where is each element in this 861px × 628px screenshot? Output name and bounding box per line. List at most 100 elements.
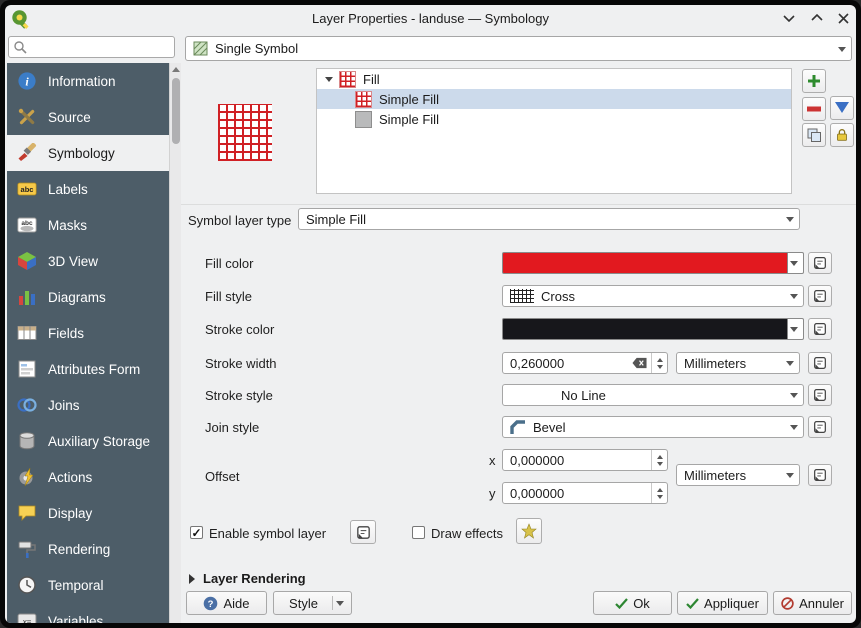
sidebar-search-input[interactable]: [8, 36, 175, 58]
clear-value-icon[interactable]: [632, 357, 647, 369]
sidebar-item-symbology[interactable]: Symbology: [7, 135, 169, 171]
spin-up-icon[interactable]: [657, 455, 663, 459]
draw-effects-checkbox[interactable]: ✓: [412, 526, 425, 539]
fill-color-label: Fill color: [205, 256, 253, 271]
join-style-data-defined-button[interactable]: [808, 416, 832, 438]
stroke-style-data-defined-button[interactable]: [808, 384, 832, 406]
expand-arrow-icon[interactable]: [325, 77, 333, 82]
sidebar-item-auxiliary-storage[interactable]: Auxiliary Storage: [7, 423, 169, 459]
check-icon: [686, 598, 699, 609]
spin-down-icon[interactable]: [657, 462, 663, 466]
check-icon: [615, 598, 628, 609]
tree-row-simple-fill-1[interactable]: Simple Fill: [317, 89, 791, 109]
sidebar-item-rendering[interactable]: Rendering: [7, 531, 169, 567]
fill-color-button[interactable]: [502, 252, 804, 274]
sidebar-item-information[interactable]: i Information: [7, 63, 169, 99]
layer-rendering-label: Layer Rendering: [203, 571, 306, 586]
symbol-layer-tree: Fill Simple Fill Simple Fill: [316, 68, 792, 194]
sidebar-item-display[interactable]: Display: [7, 495, 169, 531]
attributes-form-icon: [16, 358, 38, 380]
fill-style-data-defined-button[interactable]: [808, 285, 832, 307]
enable-layer-data-defined-button[interactable]: [350, 520, 376, 544]
sidebar-item-attributes-form[interactable]: Attributes Form: [7, 351, 169, 387]
offset-x-value[interactable]: 0,000000: [503, 453, 651, 468]
effects-options-button[interactable]: [516, 518, 542, 544]
enable-symbol-layer-checkbox[interactable]: ✓: [190, 526, 203, 539]
ok-button[interactable]: Ok: [593, 591, 672, 615]
simple-fill-cross-icon: [355, 91, 372, 108]
join-style-combo[interactable]: Bevel: [502, 416, 804, 438]
lock-color-button[interactable]: [830, 123, 854, 147]
stroke-width-unit-combo[interactable]: Millimeters: [676, 352, 800, 374]
sidebar-item-diagrams[interactable]: Diagrams: [7, 279, 169, 315]
stroke-style-combo[interactable]: No Line: [502, 384, 804, 406]
cancel-icon: [781, 597, 794, 610]
stroke-width-value[interactable]: 0,260000: [503, 356, 632, 371]
labels-icon: abc: [16, 178, 38, 200]
offset-y-value[interactable]: 0,000000: [503, 486, 651, 501]
stroke-width-data-defined-button[interactable]: [808, 352, 832, 374]
duplicate-symbol-layer-button[interactable]: [802, 123, 826, 147]
offset-x-spinbox[interactable]: 0,000000: [502, 449, 668, 471]
draw-effects-label: Draw effects: [431, 526, 503, 541]
sidebar-item-fields[interactable]: Fields: [7, 315, 169, 351]
collapsed-arrow-icon: [189, 574, 195, 584]
spin-down-icon[interactable]: [657, 365, 663, 369]
style-dropdown-arrow[interactable]: [332, 596, 347, 610]
cancel-button[interactable]: Annuler: [773, 591, 852, 615]
sidebar-scrollbar[interactable]: [169, 63, 181, 623]
scroll-up-icon[interactable]: [171, 64, 181, 75]
offset-unit-combo[interactable]: Millimeters: [676, 464, 800, 486]
scrollbar-handle[interactable]: [172, 78, 180, 144]
sidebar-item-labels[interactable]: abc Labels: [7, 171, 169, 207]
spinner-arrows[interactable]: [651, 483, 667, 503]
spin-up-icon[interactable]: [657, 358, 663, 362]
chevron-down-icon: [786, 361, 794, 366]
stroke-width-spinbox[interactable]: 0,260000: [502, 352, 668, 374]
stroke-color-swatch[interactable]: [502, 318, 788, 340]
remove-symbol-layer-button[interactable]: [802, 97, 826, 121]
spin-up-icon[interactable]: [657, 488, 663, 492]
single-symbol-icon: [193, 41, 208, 56]
symbol-layer-type-combo[interactable]: Simple Fill: [298, 208, 800, 230]
joins-icon: [16, 394, 38, 416]
close-button[interactable]: [834, 9, 852, 27]
style-menu-button[interactable]: Style: [273, 591, 352, 615]
sidebar-item-temporal[interactable]: Temporal: [7, 567, 169, 603]
tree-row-simple-fill-2[interactable]: Simple Fill: [317, 109, 791, 129]
join-style-label: Join style: [205, 420, 259, 435]
stroke-color-data-defined-button[interactable]: [808, 318, 832, 340]
diagrams-icon: [16, 286, 38, 308]
fill-style-combo[interactable]: Cross: [502, 285, 804, 307]
chevron-down-icon: [336, 601, 344, 606]
stroke-color-button[interactable]: [502, 318, 804, 340]
sidebar-item-source[interactable]: Source: [7, 99, 169, 135]
sidebar-item-masks[interactable]: abc Masks: [7, 207, 169, 243]
information-icon: i: [16, 70, 38, 92]
svg-text:?: ?: [208, 599, 214, 610]
sidebar-item-variables[interactable]: x= Variables: [7, 603, 169, 623]
offset-y-spinbox[interactable]: 0,000000: [502, 482, 668, 504]
offset-data-defined-button[interactable]: [808, 464, 832, 486]
sidebar-item-3d-view[interactable]: 3D View: [7, 243, 169, 279]
sidebar-item-joins[interactable]: Joins: [7, 387, 169, 423]
sidebar-item-actions[interactable]: Actions: [7, 459, 169, 495]
spinner-arrows[interactable]: [651, 450, 667, 470]
tree-row-fill[interactable]: Fill: [317, 69, 791, 89]
chevron-down-icon: [786, 217, 794, 222]
fill-color-data-defined-button[interactable]: [808, 252, 832, 274]
clock-icon: [16, 574, 38, 596]
apply-button[interactable]: Appliquer: [677, 591, 768, 615]
symbol-type-value: Single Symbol: [215, 41, 298, 56]
speech-bubble-icon: [16, 502, 38, 524]
symbol-type-combo[interactable]: Single Symbol: [185, 36, 852, 61]
spin-down-icon[interactable]: [657, 495, 663, 499]
fill-color-swatch[interactable]: [502, 252, 788, 274]
maximize-button[interactable]: [808, 9, 826, 27]
move-down-button[interactable]: [830, 96, 854, 120]
layer-rendering-expander[interactable]: Layer Rendering: [189, 571, 306, 586]
minimize-button[interactable]: [780, 9, 798, 27]
help-button[interactable]: ? Aide: [186, 591, 267, 615]
spinner-arrows[interactable]: [651, 353, 667, 373]
add-symbol-layer-button[interactable]: [802, 69, 826, 93]
